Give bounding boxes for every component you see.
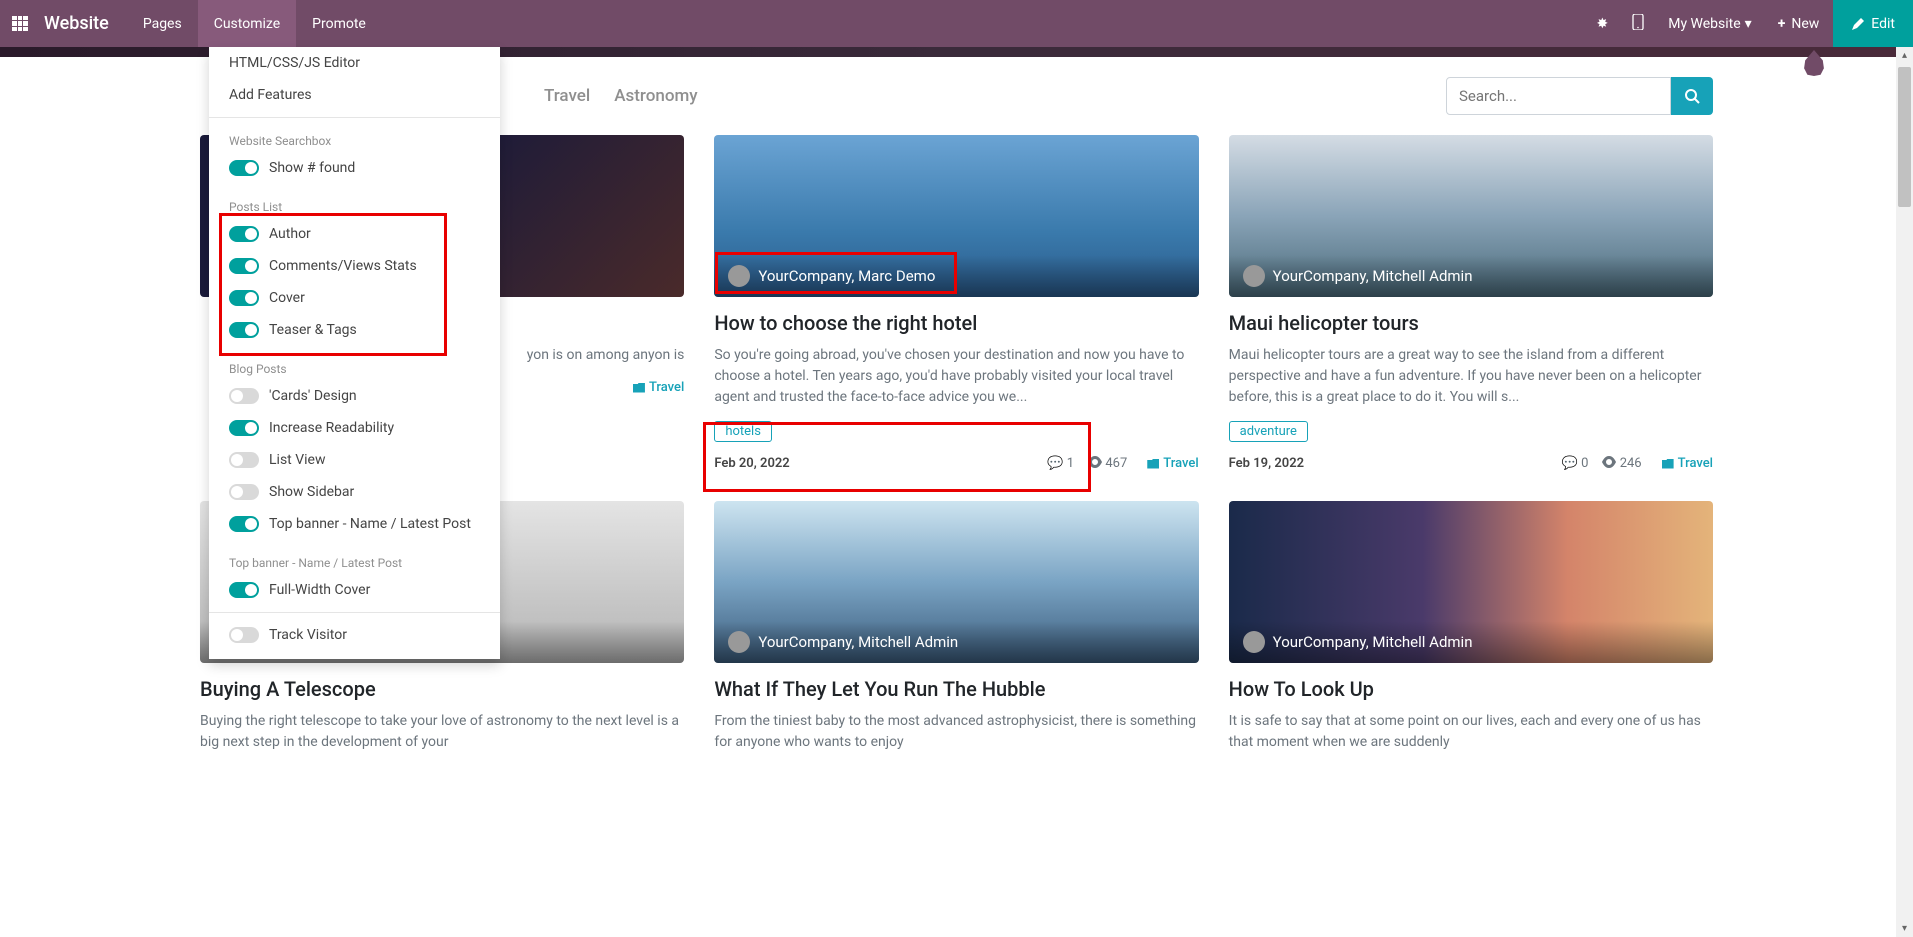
new-button[interactable]: +New: [1764, 0, 1834, 47]
apps-icon[interactable]: [0, 16, 40, 32]
tab-astronomy[interactable]: Astronomy: [614, 86, 697, 106]
toggle-icon[interactable]: [229, 484, 259, 500]
dd-header-postslist: Posts List: [209, 192, 500, 218]
card-title: Maui helicopter tours: [1229, 311, 1713, 335]
search-button[interactable]: [1671, 77, 1713, 115]
dd-top-banner[interactable]: Top banner - Name / Latest Post: [209, 508, 500, 540]
toggle-icon[interactable]: [229, 627, 259, 643]
toggle-icon[interactable]: [229, 388, 259, 404]
comments-count: 💬 0: [1562, 456, 1589, 471]
toggle-icon[interactable]: [229, 322, 259, 338]
card-cover: YourCompany, Mitchell Admin: [1229, 135, 1713, 297]
views-count: 467: [1088, 456, 1127, 471]
card-date: Feb 19, 2022: [1229, 456, 1304, 471]
scroll-up-icon[interactable]: ▴: [1896, 47, 1913, 64]
nav-customize[interactable]: Customize: [198, 0, 296, 47]
toggle-icon[interactable]: [229, 226, 259, 242]
dd-author[interactable]: Author: [209, 218, 500, 250]
bug-icon[interactable]: ✸: [1584, 16, 1620, 32]
folder-icon: [1147, 459, 1159, 469]
card-category[interactable]: Travel: [633, 380, 684, 395]
nav-promote[interactable]: Promote: [296, 0, 382, 47]
top-bar: Website Pages Customize Promote ✸ My Web…: [0, 0, 1913, 47]
dd-full-width-cover[interactable]: Full-Width Cover: [209, 574, 500, 606]
card-teaser: Buying the right telescope to take your …: [200, 711, 684, 753]
folder-icon: [633, 383, 645, 393]
toggle-icon[interactable]: [229, 290, 259, 306]
card-title: What If They Let You Run The Hubble: [714, 677, 1198, 701]
dd-show-sidebar[interactable]: Show Sidebar: [209, 476, 500, 508]
author-strip: YourCompany, Mitchell Admin: [1229, 621, 1713, 663]
dd-add-features[interactable]: Add Features: [209, 79, 500, 111]
blog-tabs: All Travel Astronomy: [500, 86, 698, 106]
card-title: Buying A Telescope: [200, 677, 684, 701]
card-cover: YourCompany, Mitchell Admin: [714, 501, 1198, 663]
toggle-icon[interactable]: [229, 452, 259, 468]
avatar: [1243, 631, 1265, 653]
card-teaser: So you're going abroad, you've chosen yo…: [714, 345, 1198, 408]
toggle-icon[interactable]: [229, 516, 259, 532]
dd-header-blogposts: Blog Posts: [209, 354, 500, 380]
author-strip: YourCompany, Mitchell Admin: [1229, 255, 1713, 297]
nav-pages[interactable]: Pages: [127, 0, 198, 47]
brand-label: Website: [40, 13, 127, 34]
dd-html-editor[interactable]: HTML/CSS/JS Editor: [209, 47, 500, 79]
dd-readability[interactable]: Increase Readability: [209, 412, 500, 444]
card-teaser: Maui helicopter tours are a great way to…: [1229, 345, 1713, 408]
avatar: [728, 265, 750, 287]
blog-card[interactable]: YourCompany, Marc Demo How to choose the…: [714, 135, 1198, 471]
customize-dropdown: HTML/CSS/JS Editor Add Features Website …: [209, 47, 500, 659]
my-website-dropdown[interactable]: My Website▾: [1656, 16, 1763, 32]
dd-track-visitor[interactable]: Track Visitor: [209, 619, 500, 651]
card-title: How To Look Up: [1229, 677, 1713, 701]
edit-button[interactable]: Edit: [1833, 0, 1913, 47]
toggle-icon[interactable]: [229, 258, 259, 274]
card-date: Feb 20, 2022: [714, 456, 789, 471]
dd-show-found[interactable]: Show # found: [209, 152, 500, 184]
card-category[interactable]: Travel: [1662, 456, 1713, 471]
avatar: [1243, 265, 1265, 287]
author-strip: YourCompany, Mitchell Admin: [714, 621, 1198, 663]
card-title: How to choose the right hotel: [714, 311, 1198, 335]
blog-card[interactable]: YourCompany, Mitchell Admin What If They…: [714, 501, 1198, 753]
dd-cover[interactable]: Cover: [209, 282, 500, 314]
blog-card[interactable]: YourCompany, Mitchell Admin How To Look …: [1229, 501, 1713, 753]
dd-list-view[interactable]: List View: [209, 444, 500, 476]
dd-cards-design[interactable]: 'Cards' Design: [209, 380, 500, 412]
card-tag[interactable]: hotels: [714, 421, 772, 442]
dd-teaser-tags[interactable]: Teaser & Tags: [209, 314, 500, 346]
card-cover: YourCompany, Marc Demo: [714, 135, 1198, 297]
toggle-icon[interactable]: [229, 420, 259, 436]
dd-header-searchbox: Website Searchbox: [209, 126, 500, 152]
card-tag[interactable]: adventure: [1229, 421, 1308, 442]
card-meta: Feb 19, 2022 💬 0 246 Travel: [1229, 456, 1713, 471]
card-cover: YourCompany, Mitchell Admin: [1229, 501, 1713, 663]
tab-travel[interactable]: Travel: [544, 86, 590, 106]
dd-comments-views[interactable]: Comments/Views Stats: [209, 250, 500, 282]
dd-header-topbanner: Top banner - Name / Latest Post: [209, 548, 500, 574]
card-teaser: It is safe to say that at some point on …: [1229, 711, 1713, 753]
comments-count: 💬 1: [1047, 456, 1074, 471]
toggle-icon[interactable]: [229, 160, 259, 176]
search-input[interactable]: [1446, 77, 1671, 115]
card-meta: Feb 20, 2022 💬 1 467 Travel: [714, 456, 1198, 471]
scroll-thumb[interactable]: [1898, 67, 1911, 207]
card-teaser: From the tiniest baby to the most advanc…: [714, 711, 1198, 753]
scrollbar[interactable]: ▴ ▾: [1896, 47, 1913, 937]
scroll-down-icon[interactable]: ▾: [1896, 920, 1913, 937]
folder-icon: [1662, 459, 1674, 469]
search-icon: [1684, 88, 1700, 104]
toggle-icon[interactable]: [229, 582, 259, 598]
views-count: 246: [1602, 456, 1641, 471]
author-strip: YourCompany, Marc Demo: [714, 255, 1198, 297]
mobile-icon[interactable]: [1620, 14, 1656, 34]
blog-card[interactable]: YourCompany, Mitchell Admin Maui helicop…: [1229, 135, 1713, 471]
card-category[interactable]: Travel: [1147, 456, 1198, 471]
avatar: [728, 631, 750, 653]
